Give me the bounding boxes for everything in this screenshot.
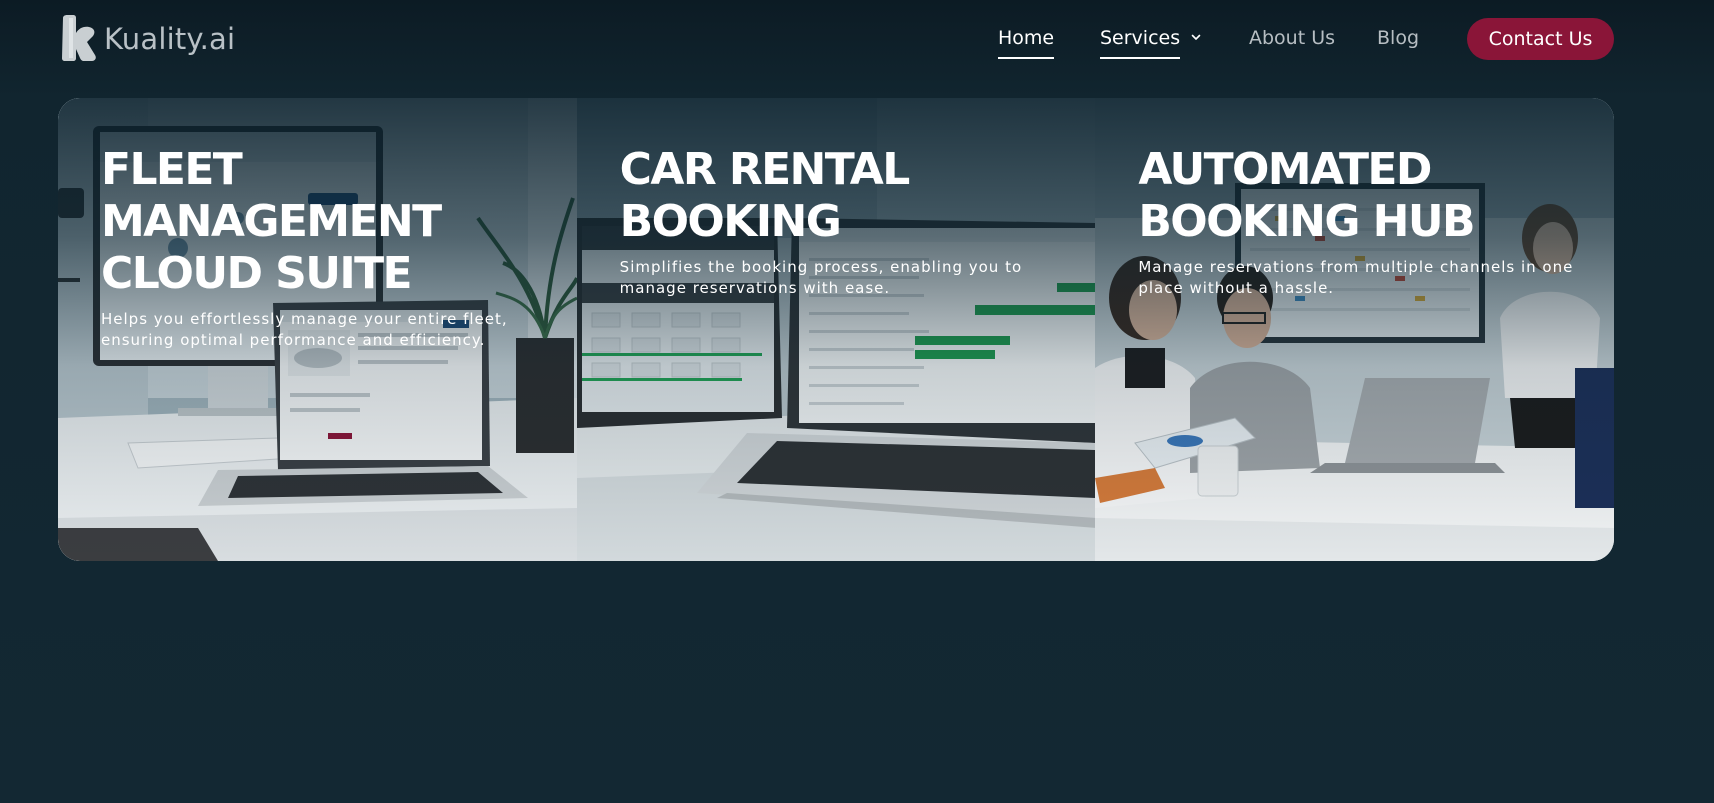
card-description: Helps you effortlessly manage your entir…	[101, 310, 508, 349]
nav-item-about-us[interactable]: About Us	[1249, 26, 1335, 50]
card-description: Manage reservations from multiple channe…	[1138, 258, 1574, 297]
nav-home-underline	[998, 57, 1055, 59]
card-title: CAR RENTAL BOOKING	[619, 144, 911, 247]
nav-services-label: Services	[1100, 27, 1181, 49]
hero-services-cards: FLEET MANAGEMENT CLOUD SUITE Helps you e…	[58, 98, 1614, 561]
card-title: AUTOMATED BOOKING HUB	[1138, 144, 1475, 247]
nav-item-home[interactable]: Home	[998, 26, 1055, 59]
service-card-automated-booking-hub[interactable]: AUTOMATED BOOKING HUB Manage reservation…	[1095, 98, 1614, 561]
card-title: FLEET MANAGEMENT CLOUD SUITE	[101, 144, 442, 299]
service-card-fleet-management[interactable]: FLEET MANAGEMENT CLOUD SUITE Helps you e…	[58, 98, 577, 561]
chevron-down-icon[interactable]	[1190, 31, 1202, 43]
nav-blog-label: Blog	[1377, 27, 1419, 49]
contact-us-button[interactable]: Contact Us	[1467, 18, 1614, 60]
nav-services-wrap: Services	[1100, 26, 1181, 59]
nav-home-label: Home	[998, 27, 1055, 49]
nav-item-services[interactable]: Services	[1100, 26, 1202, 59]
nav-item-blog[interactable]: Blog	[1377, 26, 1419, 50]
nav-about-label: About Us	[1249, 27, 1336, 49]
card-description: Simplifies the booking process, enabling…	[619, 258, 1023, 297]
page: Kuality.ai Home Services About Us Blog C…	[0, 0, 1714, 803]
main-nav: Home Services About Us Blog	[0, 18, 1714, 60]
service-card-car-rental-booking[interactable]: CAR RENTAL BOOKING Simplifies the bookin…	[576, 98, 1096, 561]
nav-services-underline	[1100, 57, 1181, 59]
site-header: Kuality.ai Home Services About Us Blog C…	[0, 0, 1714, 78]
